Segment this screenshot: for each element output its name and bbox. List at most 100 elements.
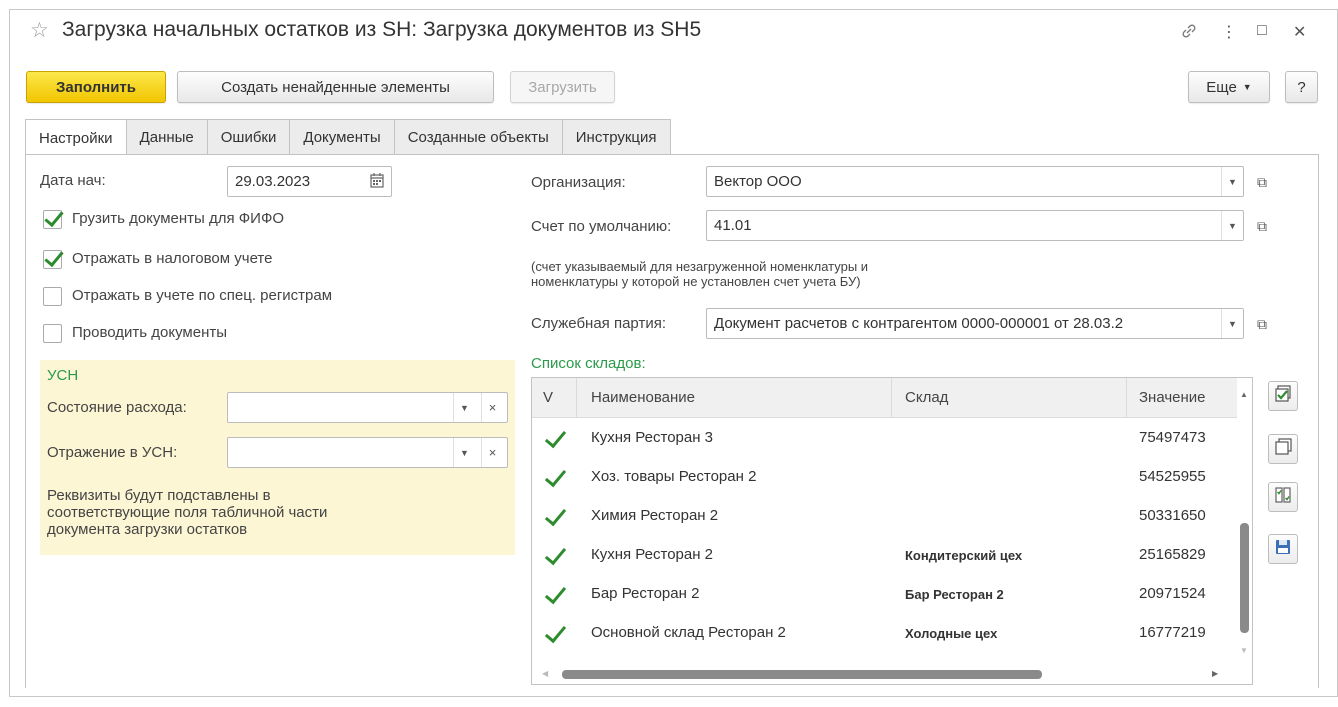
service-batch-label: Служебная партия: (531, 315, 666, 332)
default-account-field[interactable]: 41.01 ▼ (706, 210, 1244, 241)
save-button[interactable] (1268, 534, 1298, 564)
open-icon[interactable]: ⧉ (1250, 170, 1274, 194)
horizontal-scroll-thumb[interactable] (562, 670, 1042, 679)
column-header-warehouse[interactable]: Склад (905, 389, 948, 406)
more-button[interactable]: Еще ▼ (1188, 71, 1270, 103)
dropdown-icon[interactable]: ▼ (1221, 211, 1243, 240)
table-row[interactable]: Химия Ресторан 2 50331650 (532, 498, 1238, 537)
clear-icon[interactable]: × (481, 393, 503, 422)
usn-note-line2: соответствующие поля табличной части (47, 504, 328, 521)
scroll-right-icon[interactable]: ▶ (1212, 669, 1218, 678)
table-row[interactable]: Основной склад Ресторан 2 Холодные цех 1… (532, 615, 1238, 654)
cell-value: 75497473 (1139, 429, 1206, 446)
cell-name: Кухня Ресторан 2 (591, 546, 714, 563)
cell-value: 50331650 (1139, 507, 1206, 524)
table-row[interactable]: Хоз. товары Ресторан 2 54525955 (532, 459, 1238, 498)
dropdown-icon[interactable]: ▼ (1221, 309, 1243, 338)
vertical-scrollbar[interactable]: ▲ ▼ (1237, 378, 1252, 668)
row-checkbox[interactable] (542, 622, 566, 646)
invert-selection-icon (1274, 486, 1292, 508)
dropdown-icon[interactable]: ▼ (453, 393, 475, 422)
table-row[interactable]: Бар Ресторан 2 Бар Ресторан 2 20971524 (532, 576, 1238, 615)
row-checkbox[interactable] (542, 427, 566, 451)
fill-button[interactable]: Заполнить (26, 71, 166, 103)
organization-field[interactable]: Вектор ООО ▼ (706, 166, 1244, 197)
tab-instructions[interactable]: Инструкция (561, 119, 671, 155)
table-header: V Наименование Склад Значение (532, 378, 1252, 418)
post-documents-checkbox[interactable] (43, 324, 62, 343)
invert-selection-button[interactable] (1268, 482, 1298, 512)
tab-settings[interactable]: Настройки (25, 119, 127, 156)
usn-heading: УСН (47, 367, 79, 384)
scroll-left-icon[interactable]: ◀ (542, 669, 548, 678)
column-header-value[interactable]: Значение (1139, 389, 1206, 406)
horizontal-scrollbar[interactable]: ◀ ▶ (532, 666, 1238, 684)
dropdown-icon[interactable]: ▼ (453, 438, 475, 467)
expense-state-field[interactable]: ▼ × (227, 392, 508, 423)
clear-icon[interactable]: × (481, 438, 503, 467)
uncheck-all-button[interactable] (1268, 434, 1298, 464)
usn-reflection-field[interactable]: ▼ × (227, 437, 508, 468)
column-header-name[interactable]: Наименование (591, 389, 695, 406)
start-date-label: Дата нач: (40, 172, 106, 189)
row-checkbox[interactable] (542, 583, 566, 607)
create-missing-button[interactable]: Создать ненайденные элементы (177, 71, 494, 103)
row-checkbox[interactable] (542, 466, 566, 490)
scroll-down-icon[interactable]: ▼ (1240, 646, 1248, 655)
tax-accounting-label: Отражать в налоговом учете (72, 250, 273, 267)
account-note: (счет указываемый для незагруженной номе… (531, 259, 868, 289)
dropdown-icon[interactable]: ▼ (1221, 167, 1243, 196)
cell-value: 20971524 (1139, 585, 1206, 602)
tab-bar: Настройки Данные Ошибки Документы Создан… (25, 119, 671, 156)
start-date-field[interactable]: 29.03.2023 (227, 166, 392, 197)
close-icon[interactable]: ✕ (1293, 22, 1306, 42)
organization-label: Организация: (531, 174, 626, 191)
scroll-up-icon[interactable]: ▲ (1240, 390, 1248, 399)
window-title: Загрузка начальных остатков из SH: Загру… (62, 18, 702, 41)
usn-note-line1: Реквизиты будут подставлены в (47, 487, 271, 504)
favorite-star-icon[interactable]: ☆ (30, 18, 49, 43)
row-checkbox[interactable] (542, 505, 566, 529)
cell-value: 16777219 (1139, 624, 1206, 641)
special-registers-checkbox[interactable] (43, 287, 62, 306)
default-account-label: Счет по умолчанию: (531, 218, 672, 235)
chevron-down-icon: ▼ (1242, 82, 1252, 92)
check-all-icon (1274, 385, 1292, 407)
vertical-scroll-thumb[interactable] (1240, 523, 1249, 633)
service-batch-field[interactable]: Документ расчетов с контрагентом 0000-00… (706, 308, 1244, 339)
help-button[interactable]: ? (1285, 71, 1318, 103)
load-button[interactable]: Загрузить (510, 71, 615, 103)
tax-accounting-checkbox[interactable] (43, 250, 62, 269)
account-note-line1: (счет указываемый для незагруженной номе… (531, 259, 869, 274)
warehouses-title: Список складов: (531, 355, 646, 372)
fifo-label: Грузить документы для ФИФО (72, 210, 285, 227)
cell-name: Бар Ресторан 2 (591, 585, 700, 602)
calendar-icon[interactable] (370, 172, 384, 192)
save-icon (1274, 538, 1292, 560)
tab-documents[interactable]: Документы (289, 119, 395, 155)
tab-errors[interactable]: Ошибки (206, 119, 291, 155)
table-row[interactable]: Кухня Ресторан 2 Кондитерский цех 251658… (532, 537, 1238, 576)
default-account-value: 41.01 (714, 217, 752, 234)
cell-warehouse: Холодные цех (905, 626, 998, 641)
column-header-check[interactable]: V (543, 389, 553, 406)
row-checkbox[interactable] (542, 544, 566, 568)
service-batch-value: Документ расчетов с контрагентом 0000-00… (714, 315, 1124, 332)
cell-name: Основной склад Ресторан 2 (591, 624, 786, 641)
cell-name: Химия Ресторан 2 (591, 507, 719, 524)
cell-value: 54525955 (1139, 468, 1206, 485)
tab-created-objects[interactable]: Созданные объекты (393, 119, 563, 155)
table-row[interactable]: Кухня Ресторан 3 75497473 (532, 420, 1238, 459)
usn-reflection-label: Отражение в УСН: (47, 444, 178, 461)
check-all-button[interactable] (1268, 381, 1298, 411)
maximize-icon[interactable]: □ (1257, 22, 1267, 40)
special-registers-label: Отражать в учете по спец. регистрам (72, 287, 333, 304)
more-label: Еще (1206, 78, 1237, 96)
cell-name: Кухня Ресторан 3 (591, 429, 714, 446)
fifo-checkbox[interactable] (43, 210, 62, 229)
tab-data[interactable]: Данные (125, 119, 208, 155)
link-icon[interactable] (1180, 22, 1198, 45)
open-icon[interactable]: ⧉ (1250, 214, 1274, 238)
more-icon[interactable]: ⋮ (1221, 22, 1237, 42)
open-icon[interactable]: ⧉ (1250, 312, 1274, 336)
